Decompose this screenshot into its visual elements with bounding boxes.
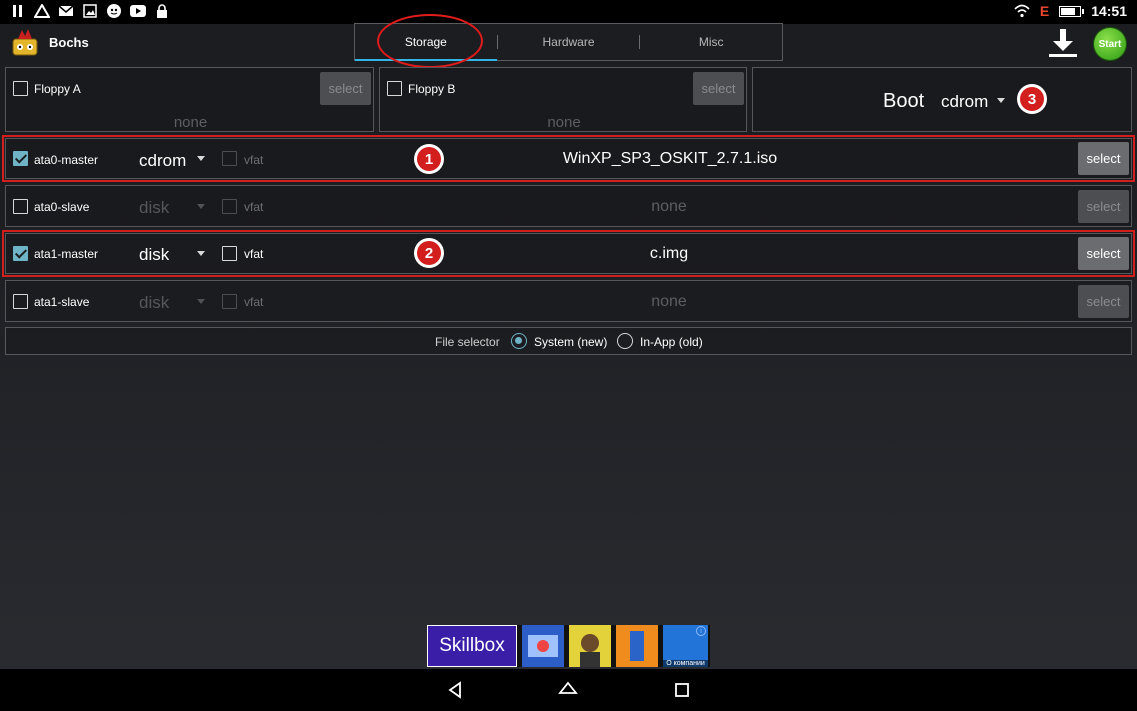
clock: 14:51 xyxy=(1091,3,1127,19)
annotation-highlight-2 xyxy=(2,230,1135,277)
radio-system-new-label[interactable]: System (new) xyxy=(534,335,607,349)
floppy-a-label: Floppy A xyxy=(34,82,81,96)
ata1-slave-select-button[interactable]: select xyxy=(1078,285,1129,318)
file-selector-bar: File selector System (new) In-App (old) xyxy=(5,327,1132,355)
ad-info-icon[interactable]: i xyxy=(696,626,706,636)
ad-thumbnail[interactable] xyxy=(569,625,611,667)
floppy-b-select-button[interactable]: select xyxy=(693,72,744,105)
file-selector-label: File selector xyxy=(435,335,500,349)
ata1-slave-type-caret-icon[interactable] xyxy=(197,299,205,304)
floppy-a-panel: Floppy A select none xyxy=(5,67,374,132)
ad-thumbnail[interactable] xyxy=(522,625,564,667)
ata1-slave-type-spinner[interactable]: disk xyxy=(139,293,169,313)
radio-in-app-old[interactable] xyxy=(617,333,633,349)
youtube-icon xyxy=(130,3,146,19)
floppy-b-panel: Floppy B select none xyxy=(379,67,747,132)
navigation-bar xyxy=(0,669,1137,711)
bochs-logo-icon xyxy=(10,27,40,57)
ata0-slave-vfat-label: vfat xyxy=(244,200,264,214)
floppy-b-value: none xyxy=(547,114,581,131)
boot-dropdown-caret-icon[interactable] xyxy=(997,98,1005,103)
download-icon[interactable] xyxy=(1047,27,1079,59)
boot-panel: Boot cdrom 3 xyxy=(752,67,1132,132)
e-signal-icon: E xyxy=(1039,3,1050,19)
battery-icon xyxy=(1059,5,1085,17)
floppy-a-value: none xyxy=(173,114,208,131)
boot-spinner[interactable]: cdrom xyxy=(941,92,988,112)
ata0-slave-type-caret-icon[interactable] xyxy=(197,204,205,209)
ata0-slave-label: ata0-slave xyxy=(34,200,90,214)
ata0-slave-row: ata0-slave disk vfat none select xyxy=(5,185,1132,227)
image-icon xyxy=(82,3,98,19)
home-icon[interactable] xyxy=(558,680,578,700)
ata0-slave-checkbox[interactable] xyxy=(13,199,28,214)
floppy-a-select-button[interactable]: select xyxy=(320,72,371,105)
annotation-badge-1: 1 xyxy=(414,144,444,174)
ata1-slave-vfat-checkbox[interactable] xyxy=(222,294,237,309)
annotation-highlight-1 xyxy=(2,135,1135,182)
annotation-ellipse xyxy=(377,14,483,68)
ad-banner[interactable]: Skillbox i О компании xyxy=(427,625,710,667)
radio-system-new[interactable] xyxy=(511,333,527,349)
boot-label: Boot xyxy=(883,90,925,112)
app-title: Bochs xyxy=(49,35,89,50)
recents-icon[interactable] xyxy=(672,680,692,700)
lock-icon xyxy=(154,3,170,19)
ad-brand[interactable]: Skillbox xyxy=(427,625,517,667)
android-icon xyxy=(106,3,122,19)
ata0-slave-type-spinner[interactable]: disk xyxy=(139,198,169,218)
annotation-badge-2: 2 xyxy=(414,238,444,268)
floppy-b-label: Floppy B xyxy=(408,82,456,96)
floppy-a-checkbox[interactable] xyxy=(13,81,28,96)
ad-thumbnail[interactable] xyxy=(616,625,658,667)
tab-hardware[interactable]: Hardware xyxy=(498,24,640,60)
ata1-slave-filename: none xyxy=(651,293,687,310)
ata1-slave-row: ata1-slave disk vfat none select xyxy=(5,280,1132,322)
back-icon[interactable] xyxy=(446,680,466,700)
pause-icon xyxy=(10,3,26,19)
ata1-slave-label: ata1-slave xyxy=(34,295,90,309)
annotation-badge-3: 3 xyxy=(1017,84,1047,114)
ata1-slave-checkbox[interactable] xyxy=(13,294,28,309)
radio-in-app-old-label[interactable]: In-App (old) xyxy=(640,335,703,349)
mail-icon xyxy=(58,3,74,19)
drive-icon xyxy=(34,3,50,19)
ad-caption: О компании xyxy=(663,660,708,667)
ata0-slave-filename: none xyxy=(651,198,687,215)
floppy-b-checkbox[interactable] xyxy=(387,81,402,96)
ata0-slave-vfat-checkbox[interactable] xyxy=(222,199,237,214)
tab-misc[interactable]: Misc xyxy=(640,24,782,60)
wifi-icon xyxy=(1014,3,1030,19)
status-bar: E 14:51 xyxy=(0,0,1137,24)
ata1-slave-vfat-label: vfat xyxy=(244,295,264,309)
ad-thumbnail[interactable]: i О компании xyxy=(663,625,708,667)
start-button[interactable]: Start xyxy=(1094,28,1126,60)
ata0-slave-select-button[interactable]: select xyxy=(1078,190,1129,223)
